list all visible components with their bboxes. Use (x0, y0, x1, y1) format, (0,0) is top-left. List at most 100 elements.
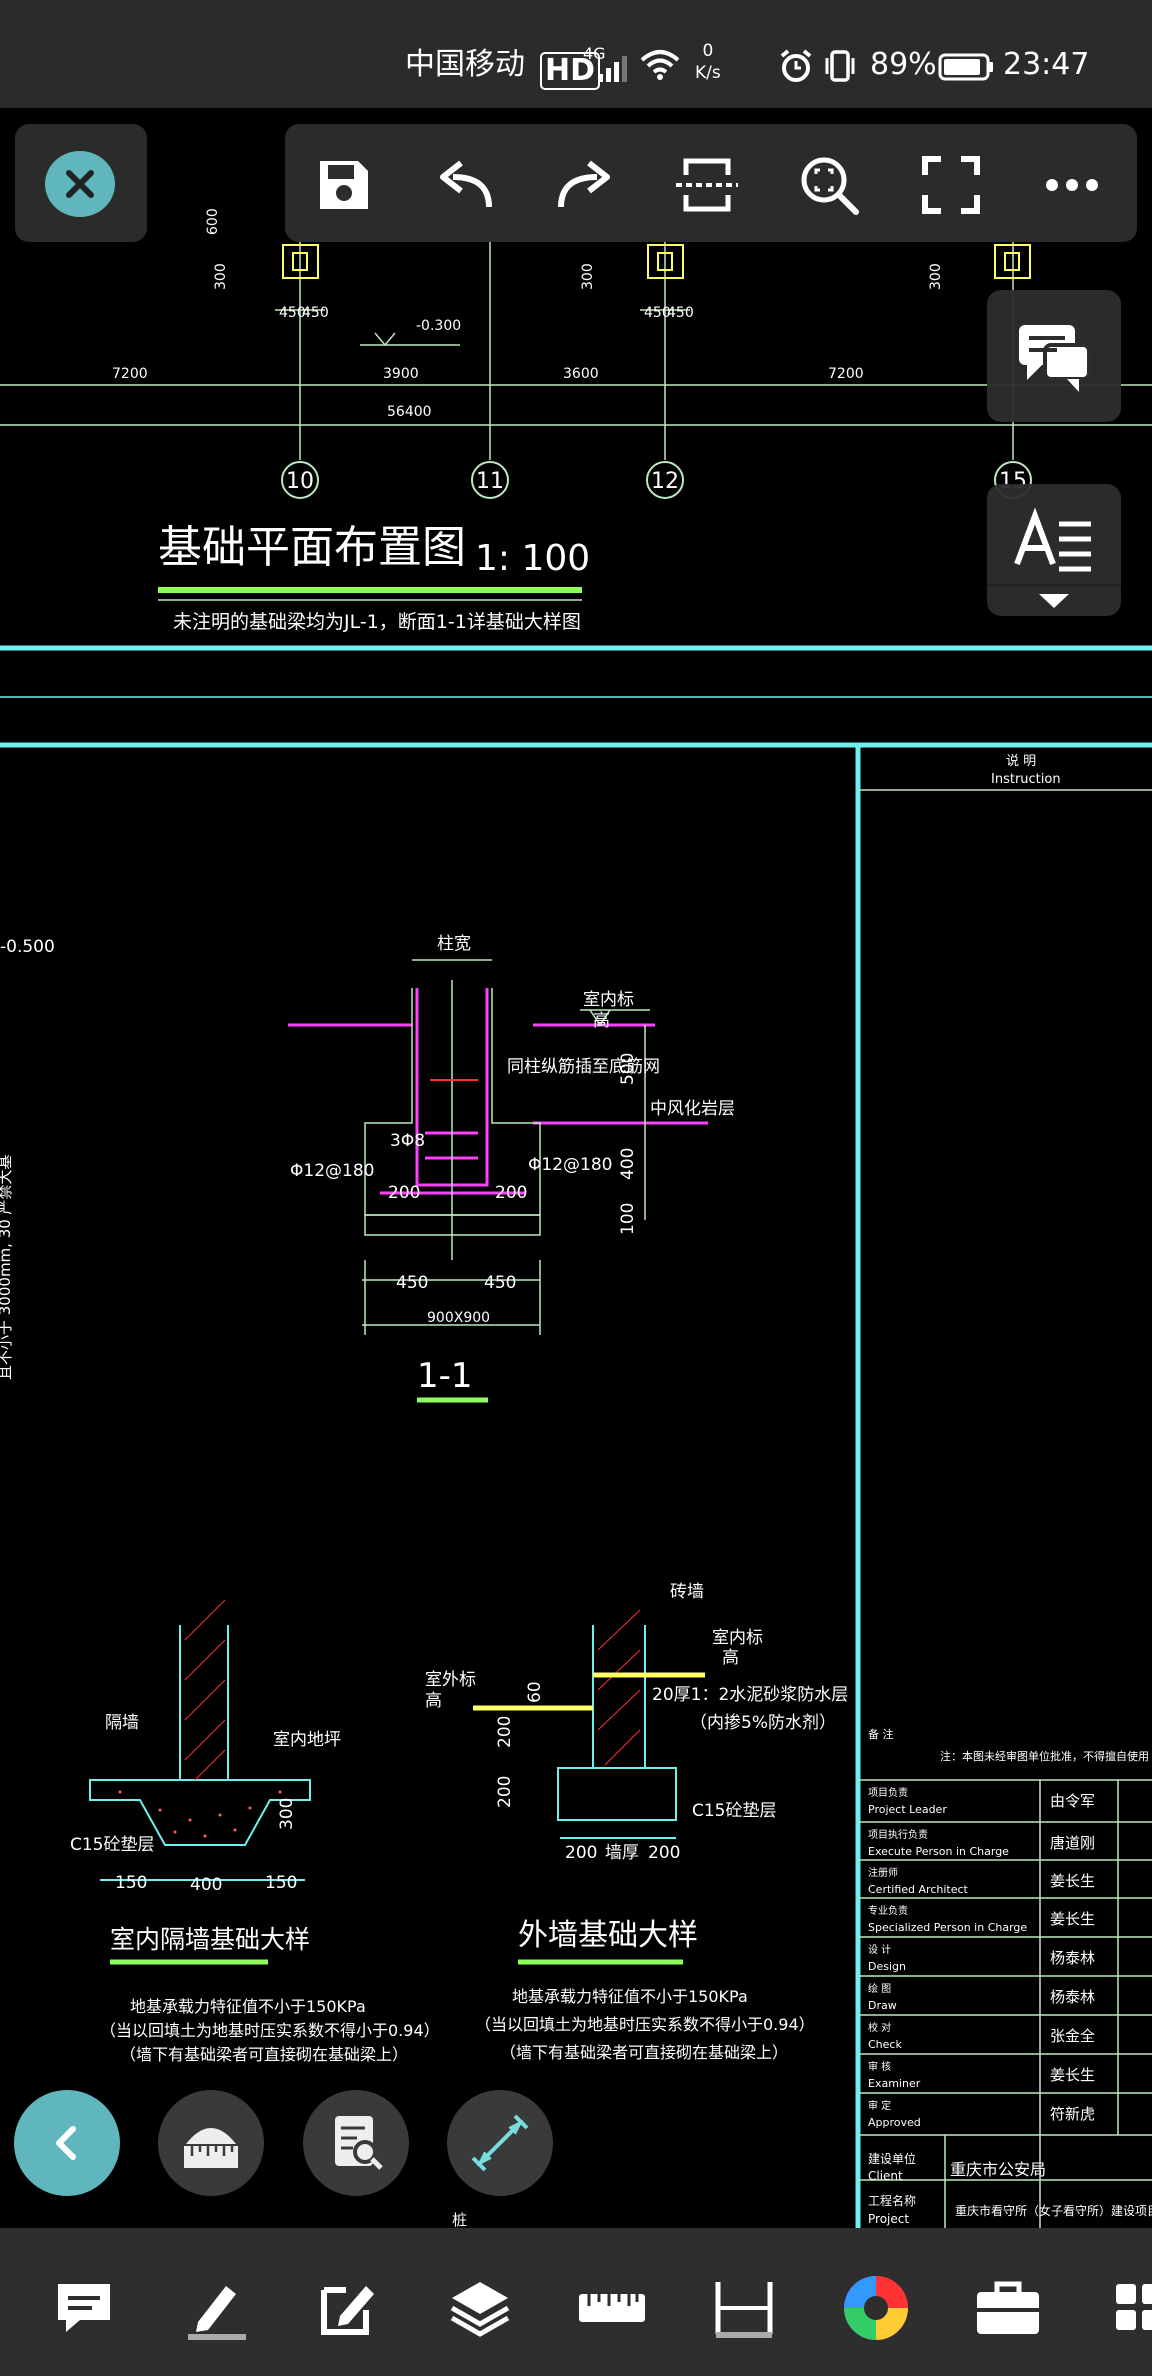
title-block-person: 张金全 (1050, 2027, 1095, 2045)
tool-grid[interactable] (1100, 2268, 1152, 2348)
svg-text:高: 高 (722, 1648, 739, 1668)
title-block-header: 说 明 (1006, 754, 1036, 769)
svg-text:室内标: 室内标 (712, 1628, 763, 1648)
wifi-icon (640, 50, 680, 80)
svg-text:（墙下有基础梁者可直接砌在基础梁上）: （墙下有基础梁者可直接砌在基础梁上） (500, 2043, 788, 2062)
save-icon (320, 161, 368, 209)
fullscreen-button[interactable] (912, 146, 990, 224)
svg-text:200: 200 (565, 1843, 597, 1863)
vibrate-icon (825, 50, 855, 82)
close-button[interactable] (45, 151, 115, 217)
tool-color[interactable] (836, 2268, 916, 2348)
fullscreen-icon (922, 156, 980, 214)
svg-text:Instruction: Instruction (991, 772, 1061, 787)
tool-dimension[interactable] (704, 2268, 784, 2348)
title-block-role-cn: 审 定 (868, 2099, 891, 2112)
text-style-button[interactable] (987, 484, 1121, 616)
pen-icon (188, 2286, 246, 2340)
svg-text:900X900: 900X900 (427, 1310, 490, 1326)
svg-text:300: 300 (277, 1798, 297, 1830)
section-button[interactable] (668, 146, 746, 224)
signal-icon (598, 56, 627, 82)
net-speed-value: 0 (702, 41, 714, 61)
title-block-role-cn: 绘 图 (868, 1982, 891, 1995)
svg-text:200: 200 (388, 1183, 420, 1203)
edit-icon (321, 2286, 374, 2335)
more-icon (1046, 179, 1098, 191)
measure-area-button[interactable] (158, 2090, 264, 2196)
drawing-canvas[interactable]: 600 300 300 300 450 450 450 450 -0.300 720… (0, 108, 1152, 2228)
svg-text:桩: 桩 (452, 2211, 467, 2228)
tool-comment[interactable] (44, 2268, 124, 2348)
undo-button[interactable] (425, 146, 503, 224)
tool-ruler[interactable] (572, 2268, 652, 2348)
comments-button[interactable] (987, 290, 1121, 422)
svg-text:20厚1：2水泥砂浆防水层: 20厚1：2水泥砂浆防水层 (652, 1685, 848, 1705)
svg-text:地基承载力特征值不小于150KPa: 地基承载力特征值不小于150KPa (512, 1987, 748, 2006)
plan-note: 未注明的基础梁均为JL-1，断面1-1详基础大样图 (173, 611, 581, 633)
tool-layers[interactable] (440, 2268, 520, 2348)
svg-text:室内地坪: 室内地坪 (273, 1730, 341, 1750)
section-icon (676, 158, 738, 212)
save-button[interactable] (305, 146, 383, 224)
svg-text:100: 100 (618, 1203, 638, 1235)
alarm-icon (780, 49, 812, 82)
tool-edit[interactable] (308, 2268, 388, 2348)
title-block-person: 姜长生 (1050, 2066, 1095, 2084)
title-block-person: 由令军 (1050, 1792, 1095, 1810)
find-text-button[interactable] (303, 2090, 409, 2196)
svg-text:Φ12@180: Φ12@180 (528, 1155, 612, 1175)
svg-text:墙厚: 墙厚 (605, 1843, 639, 1863)
svg-text:C15砼垫层: C15砼垫层 (692, 1801, 777, 1821)
title-block-role-cn: 校 对 (868, 2021, 891, 2034)
title-block-role-cn: 审 核 (868, 2060, 891, 2073)
svg-text:200: 200 (648, 1843, 680, 1863)
svg-text:室内标: 室内标 (583, 990, 634, 1010)
svg-text:3900: 3900 (383, 366, 419, 382)
svg-text:3Φ8: 3Φ8 (390, 1131, 425, 1151)
close-icon (66, 170, 94, 198)
title-block-role-en: Specialized Person in Charge (868, 1921, 1027, 1934)
svg-text:中风化岩层: 中风化岩层 (650, 1099, 735, 1119)
more-button[interactable] (1033, 146, 1111, 224)
svg-text:（墙下有基础梁者可直接砌在基础梁上）: （墙下有基础梁者可直接砌在基础梁上） (120, 2045, 408, 2064)
svg-text:300: 300 (928, 263, 944, 290)
svg-text:200: 200 (495, 1776, 515, 1808)
battery-icon (938, 53, 993, 81)
redo-icon (558, 160, 610, 208)
battery-percent: 89% (870, 47, 937, 82)
comment-icon (58, 2284, 110, 2332)
svg-text:Client: Client (868, 2169, 903, 2183)
title-block-person: 杨泰林 (1050, 1988, 1095, 2006)
svg-text:150: 150 (115, 1873, 147, 1893)
top-toolbar (285, 124, 1137, 242)
svg-text:地基承载力特征值不小于150KPa: 地基承载力特征值不小于150KPa (130, 1997, 366, 2016)
tool-draw[interactable] (176, 2268, 256, 2348)
title-block-role-en: Draw (868, 1999, 897, 2012)
color-wheel-icon (844, 2276, 908, 2340)
svg-text:11: 11 (476, 469, 504, 494)
back-button[interactable] (14, 2090, 120, 2196)
svg-text:Φ12@180: Φ12@180 (290, 1161, 374, 1181)
svg-text:且不小于 3000mm, 30 严禁大基: 且不小于 3000mm, 30 严禁大基 (0, 1154, 14, 1380)
title-block-role-en: Design (868, 1960, 906, 1973)
title-block-role-en: Check (868, 2038, 902, 2051)
text-style-icon (987, 507, 1121, 608)
dim-600: 600 (205, 208, 221, 235)
outer-detail-title: 外墙基础大样 (518, 1918, 698, 1953)
plan-title: 基础平面布置图 (158, 522, 466, 573)
svg-text:200: 200 (495, 1183, 527, 1203)
net-speed-unit: K/s (695, 63, 721, 83)
svg-text:（内掺5%防水剂）: （内掺5%防水剂） (690, 1713, 836, 1733)
tool-toolbox[interactable] (968, 2268, 1048, 2348)
title-block-person: 杨泰林 (1050, 1949, 1095, 1967)
title-block-role-cn: 设 计 (868, 1943, 891, 1956)
title-block-person: 符新虎 (1050, 2105, 1095, 2123)
measure-length-button[interactable] (447, 2090, 553, 2196)
title-block-person: 姜长生 (1050, 1872, 1095, 1890)
redo-button[interactable] (547, 146, 625, 224)
net-speed: 0 K/s (695, 40, 721, 84)
status-bar: 中国移动 HD 4G 0 K/s 89% 23:47 (0, 0, 1152, 108)
measure-area-icon (184, 2128, 238, 2168)
zoom-window-button[interactable] (790, 146, 868, 224)
